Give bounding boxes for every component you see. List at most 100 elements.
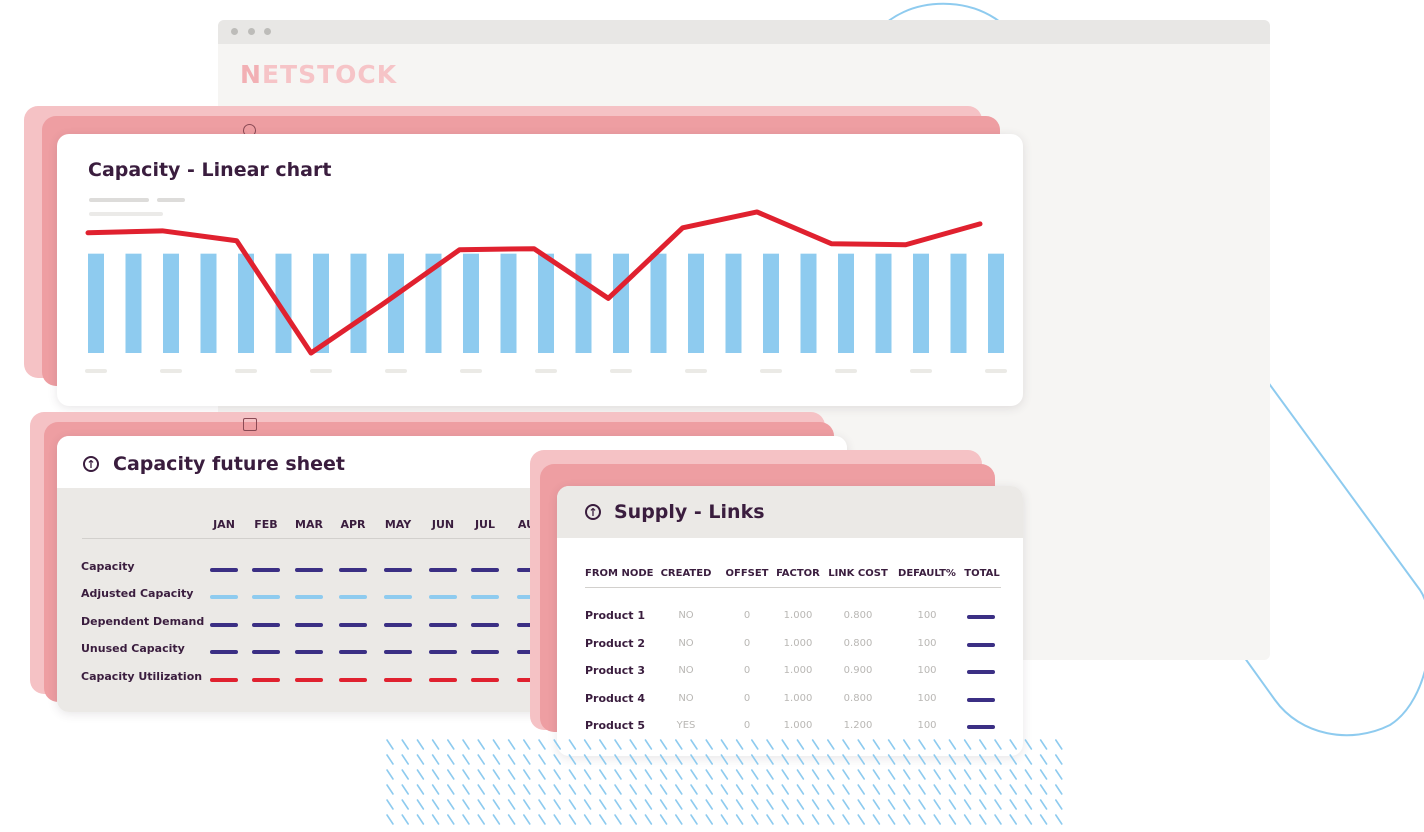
supply-column-header: FROM NODE	[585, 568, 654, 579]
arrow-up-circle-icon[interactable]: ↑	[585, 504, 601, 520]
x-tick-placeholder	[85, 369, 107, 373]
sheet-value-dash	[339, 650, 367, 654]
chart-bar	[88, 253, 104, 353]
hatch-stroke	[614, 784, 622, 795]
hatch-stroke	[902, 799, 911, 810]
hatch-stroke	[583, 739, 592, 750]
sheet-value-dash	[471, 650, 499, 654]
x-tick-placeholder	[760, 369, 782, 373]
supply-row-cell: 0.800	[843, 638, 873, 649]
hatch-stroke	[796, 814, 805, 825]
hatch-stroke	[431, 784, 440, 795]
sheet-value-dash	[252, 568, 280, 572]
hatch-stroke	[416, 754, 425, 765]
supply-row-node: Product 1	[585, 609, 646, 622]
supply-row-cell: 100	[917, 665, 937, 676]
hatch-stroke	[902, 754, 911, 765]
hatch-stroke	[401, 799, 410, 810]
hatch-stroke	[447, 814, 455, 825]
x-tick-placeholder	[310, 369, 332, 373]
month-header: JAN	[213, 518, 235, 531]
hatch-stroke	[401, 754, 410, 765]
sheet-value-dash	[295, 568, 323, 572]
hatch-stroke	[1024, 799, 1033, 810]
supply-row-node: Product 3	[585, 664, 646, 677]
hatch-stroke	[674, 784, 683, 795]
hatch-stroke	[599, 739, 607, 750]
hatch-stroke	[781, 739, 790, 750]
hatch-stroke	[523, 784, 531, 795]
hatch-stroke	[492, 739, 501, 750]
chart-bar	[988, 253, 1004, 353]
hatch-stroke	[674, 754, 683, 765]
hatch-stroke	[811, 799, 820, 810]
hatch-stroke	[857, 784, 866, 795]
sheet-value-dash	[471, 568, 499, 572]
hatch-stroke	[447, 784, 455, 795]
hatch-stroke	[826, 754, 835, 765]
hatch-stroke	[842, 784, 850, 795]
hatch-stroke	[826, 769, 835, 780]
chart-bar	[388, 253, 404, 353]
hatch-stroke	[887, 814, 896, 825]
hatch-stroke	[1009, 754, 1018, 765]
sheet-value-dash	[252, 650, 280, 654]
hatch-stroke	[1039, 784, 1048, 795]
hatch-stroke	[644, 814, 653, 825]
supply-row-node: Product 4	[585, 692, 646, 705]
hatch-stroke	[994, 814, 1002, 825]
sheet-value-dash	[210, 650, 238, 654]
hatch-stroke	[614, 814, 622, 825]
hatch-stroke	[477, 739, 485, 750]
supply-row-cell: 0.900	[843, 665, 873, 676]
chart-bar	[838, 253, 854, 353]
x-tick-placeholder	[235, 369, 257, 373]
x-tick-placeholder	[535, 369, 557, 373]
hatch-stroke	[690, 814, 698, 825]
hatch-stroke	[599, 814, 607, 825]
supply-total-dash	[967, 643, 995, 647]
hatch-stroke	[690, 799, 698, 810]
hatch-stroke	[842, 814, 850, 825]
hatch-stroke	[401, 784, 410, 795]
chart-bar	[913, 253, 929, 353]
hatch-stroke	[1009, 784, 1018, 795]
hatch-stroke	[674, 739, 683, 750]
hatch-stroke	[978, 739, 987, 750]
hatch-stroke	[553, 739, 561, 750]
hatch-stroke	[690, 784, 698, 795]
hatch-stroke	[599, 754, 607, 765]
supply-column-header: TOTAL	[964, 568, 1000, 579]
hatch-stroke	[629, 799, 637, 810]
sheet-value-dash	[384, 678, 412, 682]
x-tick-placeholder	[835, 369, 857, 373]
supply-total-dash	[967, 698, 995, 702]
chart-bar	[800, 253, 817, 353]
hatch-stroke	[431, 739, 440, 750]
supply-row-cell: 100	[917, 638, 937, 649]
hatch-stroke	[781, 814, 790, 825]
month-header: JUL	[474, 518, 496, 531]
hatch-stroke	[766, 784, 774, 795]
hatch-stroke	[507, 769, 516, 780]
hatch-stroke	[538, 739, 546, 750]
arrow-up-circle-icon[interactable]: ↑	[83, 456, 99, 472]
future-sheet-title: Capacity future sheet	[113, 453, 346, 475]
capacity-chart	[85, 209, 1007, 373]
hatch-stroke	[462, 754, 470, 765]
hatch-stroke	[1024, 784, 1033, 795]
sheet-value-dash	[471, 623, 499, 627]
chart-bar	[500, 253, 517, 353]
hatch-stroke	[857, 739, 866, 750]
linear-chart-card: Capacity - Linear chart	[57, 134, 1023, 406]
hatch-stroke	[659, 814, 668, 825]
hatch-stroke	[948, 754, 957, 765]
sheet-value-dash	[429, 595, 457, 599]
hatch-stroke	[629, 814, 637, 825]
sheet-value-dash	[471, 678, 499, 682]
hatch-stroke	[720, 799, 729, 810]
hatch-stroke	[887, 754, 896, 765]
hatch-stroke	[462, 814, 470, 825]
hatch-stroke	[948, 784, 957, 795]
hatch-stroke	[644, 799, 653, 810]
